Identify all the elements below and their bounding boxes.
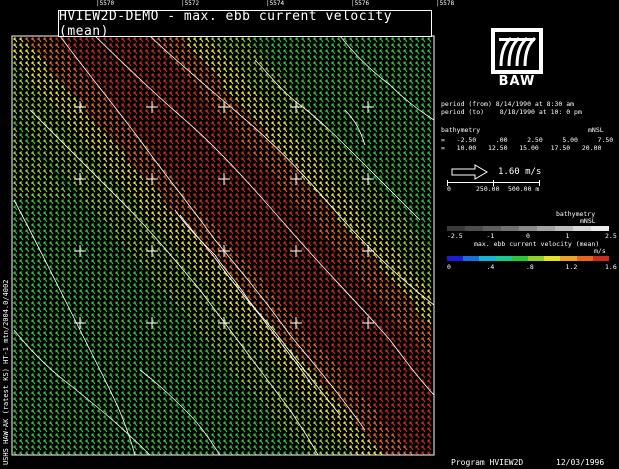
vel-bar-segment xyxy=(447,256,464,261)
bathy-colorbar-unit: mNSL xyxy=(580,217,596,225)
bathy-bar-segment xyxy=(555,226,573,231)
footer-program: Program HVIEW2D xyxy=(451,458,524,467)
vel-bar-segment xyxy=(479,256,496,261)
bathy-ticks-label: 0 xyxy=(526,232,530,240)
bathy-bar-segment xyxy=(519,226,537,231)
velocity-colorbar-ticks: 0 .4 .8 1.2 1.6 xyxy=(447,263,617,272)
vel-bar-segment xyxy=(592,256,610,261)
bathy-bar-segment xyxy=(465,226,483,231)
bathy-ticks-label: -1 xyxy=(486,232,495,240)
top-axis-tick: |5572 xyxy=(181,0,200,7)
vel-bar-segment xyxy=(528,256,545,261)
vel-bar-segment xyxy=(544,256,561,261)
vel-ticks-label: .8 xyxy=(526,263,534,271)
plot-title-text: HVIEW2D-DEMO - max. ebb current velocity… xyxy=(59,8,393,39)
top-axis-tick: |5574 xyxy=(266,0,285,7)
bathy-ticks-label: 2.5 xyxy=(605,232,617,240)
bathy-bar-segment xyxy=(537,226,555,231)
plot-title: HVIEW2D-DEMO - max. ebb current velocity… xyxy=(58,8,432,39)
velocity-colorbar-unit: m/s xyxy=(594,247,606,255)
vector-scale-label: 1.60 m/s xyxy=(498,167,542,177)
velocity-map xyxy=(0,0,436,469)
bathy-ticks-label: -2.5 xyxy=(447,232,463,240)
period-to: period (to) 8/18/1990 at 10: 0 pm xyxy=(441,108,582,116)
bathymetry-row-1: = -2.50 .00 2.50 5.00 7.50 xyxy=(441,136,614,144)
vel-ticks-label: 1.6 xyxy=(605,263,617,271)
bathy-bar-segment xyxy=(501,226,519,231)
distance-scale-label-1: 250.00 xyxy=(476,185,500,193)
footer-date: 12/03/1996 xyxy=(556,458,605,467)
top-axis-tick: |5578 xyxy=(436,0,455,7)
top-axis-tick: |5576 xyxy=(351,0,370,7)
bathy-colorbar xyxy=(447,226,609,231)
vel-bar-segment xyxy=(495,256,512,261)
velocity-colorbar xyxy=(447,256,610,261)
bathy-bar-segment xyxy=(591,226,609,231)
vel-bar-segment xyxy=(511,256,529,261)
bathy-bar-segment xyxy=(447,226,465,231)
bathymetry-header-right: mNSL xyxy=(588,126,604,134)
logo-text: BAW xyxy=(498,74,536,89)
vel-bar-segment xyxy=(560,256,577,261)
bathy-bar-segment xyxy=(573,226,591,231)
vel-bar-segment xyxy=(463,256,480,261)
vector-scale-arrow-icon xyxy=(451,164,488,180)
distance-scale-label-0: 0 xyxy=(447,185,451,193)
velocity-colorbar-title: max. ebb current velocity (mean) xyxy=(474,240,600,248)
bathymetry-row-2: = 10.00 12.50 15.00 17.50 20.00 xyxy=(441,144,602,152)
bathy-ticks-label: 1 xyxy=(565,232,570,240)
distance-scale-label-2: 500.00 m xyxy=(508,185,540,193)
top-axis-tick: |5570 xyxy=(96,0,115,7)
vel-ticks-label: 1.2 xyxy=(565,263,578,271)
side-label: USHS HAW-AK (ratest KS) HT-1 mtn/2004.0/… xyxy=(2,279,10,465)
period-from: period (from) 8/14/1990 at 8:30 am xyxy=(441,100,575,108)
bathymetry-header-left: bathymetry xyxy=(441,126,481,134)
vel-ticks-label: .4 xyxy=(486,263,495,271)
vel-bar-segment xyxy=(576,256,593,261)
vel-ticks-label: 0 xyxy=(447,263,451,271)
bathy-bar-segment xyxy=(483,226,501,231)
